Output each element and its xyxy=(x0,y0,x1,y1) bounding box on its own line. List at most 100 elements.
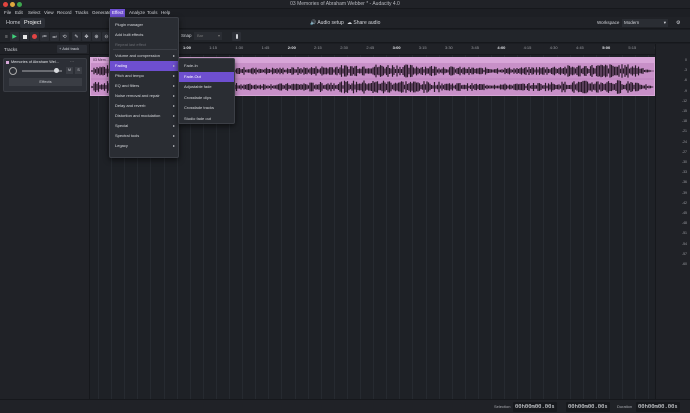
title-bar: 03 Memories of Abraham Webber * - Audaci… xyxy=(0,0,690,9)
db-scale-label: -60 xyxy=(681,262,687,266)
effect-menu-dropdown: Plugin manager Add built effects Repeat la… xyxy=(109,17,179,158)
ruler-tick-label: 4:30 xyxy=(549,45,558,50)
grid-line xyxy=(464,55,466,399)
grid-line xyxy=(294,55,296,399)
effect-menu-item-label: EQ and filters xyxy=(115,83,140,88)
fading-menu-item[interactable]: Crossfade tracks xyxy=(179,103,234,113)
loop-icon: ⟲ xyxy=(62,33,67,40)
stop-button[interactable] xyxy=(20,32,29,41)
ruler-tick-label: 2:45 xyxy=(366,45,375,50)
selection-start-time[interactable]: 00h00m00.00s xyxy=(513,402,557,412)
skip-start-button[interactable]: ⏮ xyxy=(40,32,49,41)
menu-select[interactable]: Select xyxy=(26,9,43,17)
effect-menu-item[interactable]: Delay and reverb ▸ xyxy=(110,101,178,111)
effect-menu-item[interactable]: Fading ▸ xyxy=(110,61,178,71)
duration-time[interactable]: 00h00m00.00s xyxy=(636,402,680,412)
effect-menu-item[interactable]: Pitch and tempo ▸ xyxy=(110,71,178,81)
tracks-title: Tracks xyxy=(4,47,18,52)
audio-setup-button[interactable]: 🔊 Audio setup xyxy=(310,19,344,27)
effect-menu-item-label: Fading xyxy=(115,63,128,68)
ruler-tick-label: 4:00 xyxy=(497,45,506,50)
db-scale-label: -36 xyxy=(681,180,687,185)
play-button[interactable]: ▶ xyxy=(10,32,19,41)
share-audio-button[interactable]: ☁ Share audio xyxy=(347,19,380,27)
selection-end-time[interactable]: 00h00m00.00s xyxy=(566,402,610,412)
grid-line xyxy=(648,55,650,399)
effects-button[interactable]: Effects xyxy=(9,78,82,86)
pencil-icon: ✎ xyxy=(74,33,79,40)
menu-file[interactable]: File xyxy=(2,9,13,17)
db-scale-label: -3 xyxy=(683,68,687,73)
effect-menu-item[interactable]: Legacy ▸ xyxy=(110,141,178,151)
menu-help[interactable]: Help xyxy=(159,9,172,17)
chevron-right-icon: ▸ xyxy=(172,123,175,128)
chevron-right-icon: ▸ xyxy=(172,83,175,88)
effect-menu-item[interactable]: Noise removal and repair ▸ xyxy=(110,91,178,101)
workspace-select[interactable]: Modern ▾ xyxy=(622,19,668,27)
effect-menu-item[interactable]: EQ and filters ▸ xyxy=(110,81,178,91)
selection-label: Selection xyxy=(494,404,511,409)
effect-menu-item[interactable]: Volume and compression ▸ xyxy=(110,51,178,61)
ruler-tick-label: 4:45 xyxy=(576,45,584,50)
settings-icon[interactable]: ⚙ xyxy=(676,19,680,27)
effect-menu-item[interactable]: Spectral tools ▸ xyxy=(110,131,178,141)
pan-knob[interactable] xyxy=(9,67,17,75)
db-scale-label: -24 xyxy=(681,139,687,144)
chevron-down-icon: ▾ xyxy=(217,33,220,38)
fading-menu-item[interactable]: Crossfade clips xyxy=(179,93,234,103)
effect-menu-item-label: Add built effects xyxy=(115,32,144,37)
add-track-button[interactable]: + Add track xyxy=(57,45,87,53)
record-button[interactable] xyxy=(30,32,39,41)
db-scale-label: -12 xyxy=(681,98,687,103)
chevron-right-icon: ▸ xyxy=(172,113,175,118)
effect-menu-item[interactable]: Special ▸ xyxy=(110,121,178,131)
volume-slider-handle[interactable] xyxy=(54,68,59,73)
db-scale-label: 0 xyxy=(685,58,687,62)
play-icon: ▶ xyxy=(12,34,17,40)
snap-value: Bar xyxy=(197,33,204,38)
chevron-right-icon: ▸ xyxy=(172,93,175,98)
track-color-swatch xyxy=(6,61,9,64)
grid-line xyxy=(438,55,440,399)
menu-edit[interactable]: Edit xyxy=(13,9,25,17)
grid-line xyxy=(543,55,545,399)
solo-button[interactable]: S xyxy=(75,67,82,74)
menu-tracks[interactable]: Tracks xyxy=(73,9,90,17)
window-title: 03 Memories of Abraham Webber * - Audaci… xyxy=(290,1,400,7)
menu-record[interactable]: Record xyxy=(55,9,74,17)
grid-line xyxy=(622,55,623,399)
menu-bar: File Edit Select View Record Tracks Gene… xyxy=(0,9,690,17)
fading-menu-item[interactable]: Fade-Out xyxy=(179,71,234,82)
track-name[interactable]: Memories of Abraham Wel... xyxy=(11,60,59,64)
track-header-card[interactable]: Memories of Abraham Wel... ··· M S Effec… xyxy=(3,58,87,92)
db-scale-label: -18 xyxy=(681,119,687,124)
ruler-tick-label: 1:30 xyxy=(235,45,244,50)
grid-line xyxy=(386,55,388,399)
fading-menu-item[interactable]: Fade-In xyxy=(179,61,234,71)
effect-menu-item-label: Delay and reverb xyxy=(115,103,146,108)
more-options-icon[interactable]: ··· xyxy=(70,59,74,64)
skip-end-button[interactable]: ⏭ xyxy=(50,32,59,41)
fading-menu-item[interactable]: Studio fade out xyxy=(179,114,234,124)
menu-view[interactable]: View xyxy=(42,9,56,17)
effect-menu-item[interactable]: Add built effects xyxy=(110,30,178,40)
fading-menu-item[interactable]: Adjustable fade xyxy=(179,82,234,92)
snap-select[interactable]: Bar ▾ xyxy=(194,32,222,40)
effect-menu-item-label: Repeat last effect xyxy=(115,42,147,47)
effect-menu-item[interactable]: Distortion and modulation ▸ xyxy=(110,111,178,121)
menu-effect[interactable]: Effect xyxy=(110,9,126,17)
multi-tool-button[interactable]: ✥ xyxy=(82,32,91,41)
microphone-button[interactable] xyxy=(232,32,241,41)
mute-button[interactable]: M xyxy=(66,67,73,74)
zoom-in-button[interactable]: ⊕ xyxy=(92,32,101,41)
menu-tools[interactable]: Tools xyxy=(145,9,160,17)
grid-line xyxy=(556,55,558,399)
draw-tool-button[interactable]: ✎ xyxy=(72,32,81,41)
menu-analyze[interactable]: Analyze xyxy=(127,9,147,17)
effect-menu-item[interactable]: Plugin manager xyxy=(110,20,178,30)
loop-button[interactable]: ⟲ xyxy=(60,32,69,41)
tab-project[interactable]: Project xyxy=(20,18,46,28)
fading-submenu: Fade-In Fade-Out Adjustable fade Crossfade … xyxy=(178,58,235,124)
ruler-tick-label: 2:00 xyxy=(287,45,296,50)
grid-line xyxy=(412,55,414,399)
